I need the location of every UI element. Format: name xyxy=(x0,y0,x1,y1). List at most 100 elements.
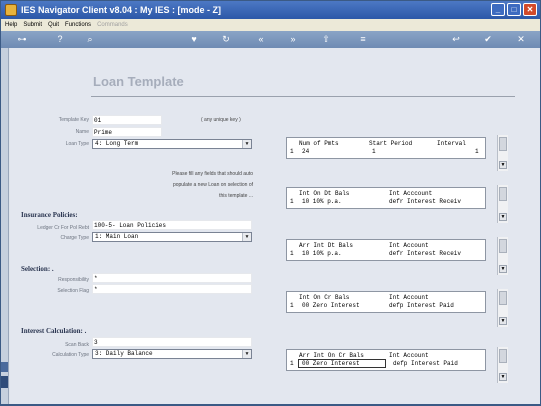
favorite-icon[interactable]: ♥ xyxy=(187,33,201,46)
scroll-down-icon[interactable]: ▼ xyxy=(499,317,507,325)
int-on-dt-grid: Int On Dt Bals Int Acccount 1 10 10% p.a… xyxy=(286,187,486,209)
int-account-cell[interactable]: defp Interest Paid xyxy=(393,360,458,367)
interval-cell[interactable]: 1 xyxy=(475,148,479,155)
scan-back-label: Scan Back xyxy=(65,342,89,348)
accept-icon[interactable]: ✔ xyxy=(481,33,495,46)
grid-header: Arr Int Dt Bals xyxy=(299,242,354,249)
arr-int-dt-scrollbar[interactable]: ▼ xyxy=(497,237,508,275)
int-account-cell[interactable]: defr Interest Receiv xyxy=(389,250,461,257)
calculation-type-value: 3: Daily Balance xyxy=(95,350,153,357)
start-period-cell[interactable]: 1 xyxy=(372,148,376,155)
page-title: Loan Template xyxy=(93,74,184,89)
minimize-icon[interactable]: _ xyxy=(491,3,505,16)
loan-type-value: 4: Long Term xyxy=(95,140,139,147)
selection-flag-field[interactable]: * xyxy=(92,284,252,294)
scroll-down-icon[interactable]: ▼ xyxy=(499,213,507,221)
window-controls: _ □ ✕ xyxy=(491,3,537,16)
grid-header: Num of Pmts xyxy=(299,140,339,147)
autofill-note-line-1: Please fill any fields that should auto xyxy=(172,171,253,177)
window-title: IES Navigator Client v8.04 : My IES : [m… xyxy=(21,5,222,15)
grid-header: Int On Cr Bals xyxy=(299,294,350,301)
selection-flag-label: Selection Flag xyxy=(57,288,89,294)
autofill-note-line-3: this template ... xyxy=(219,193,253,199)
row-number: 1 xyxy=(290,250,294,257)
int-account-cell[interactable]: defp Interest Paid xyxy=(389,302,454,309)
close-icon[interactable]: ✕ xyxy=(523,3,537,16)
int-rate-cell[interactable]: 10 10% p.a. xyxy=(302,250,342,257)
upload-icon[interactable]: ⇧ xyxy=(319,33,333,46)
int-on-cr-scrollbar[interactable]: ▼ xyxy=(497,289,508,327)
menu-commands: Commands xyxy=(97,22,128,28)
template-key-label: Template Key xyxy=(58,117,89,123)
grid-header: Int On Dt Bals xyxy=(299,190,350,197)
scroll-thumb[interactable] xyxy=(499,137,507,151)
scroll-thumb[interactable] xyxy=(499,291,507,305)
row-number: 1 xyxy=(290,198,294,205)
chevron-down-icon[interactable]: ▼ xyxy=(242,233,251,241)
scroll-thumb[interactable] xyxy=(499,187,507,201)
template-key-hint: ( any unique key ) xyxy=(201,117,241,123)
name-field[interactable]: Prime xyxy=(92,127,162,137)
maximize-icon[interactable]: □ xyxy=(507,3,521,16)
grid-header: Int Account xyxy=(389,352,429,359)
arr-int-cr-grid: Arr Int On Cr Bals Int Account 1 00 Zero… xyxy=(286,349,486,371)
scroll-down-icon[interactable]: ▼ xyxy=(499,373,507,381)
scan-back-field[interactable]: 3 xyxy=(92,337,252,347)
key-icon[interactable]: ⊶ xyxy=(11,33,33,46)
chevron-down-icon[interactable]: ▼ xyxy=(242,350,251,358)
scroll-down-icon[interactable]: ▼ xyxy=(499,265,507,273)
payments-grid: Num of Pmts Start Period Interval 1 24 1… xyxy=(286,137,486,159)
grid-header: Int Account xyxy=(389,242,429,249)
side-tab-active[interactable] xyxy=(1,376,8,388)
grid-header: Arr Int On Cr Bals xyxy=(299,352,364,359)
refresh-icon[interactable]: ↻ xyxy=(219,33,233,46)
selection-section-title: Selection: . xyxy=(21,265,54,273)
back-icon[interactable]: ↩ xyxy=(449,33,463,46)
first-record-icon[interactable]: « xyxy=(254,33,268,46)
responsibility-label: Responsibility xyxy=(58,277,89,283)
chevron-down-icon[interactable]: ▼ xyxy=(242,140,251,148)
side-tab[interactable] xyxy=(1,362,8,372)
grid-header: Start Period xyxy=(369,140,413,147)
int-rate-cell[interactable]: 00 Zero Interest xyxy=(302,302,360,309)
title-divider xyxy=(91,96,515,97)
grid-header: Interval xyxy=(437,140,466,147)
menu-help[interactable]: Help xyxy=(5,19,17,31)
row-number: 1 xyxy=(290,302,294,309)
responsibility-field[interactable]: * xyxy=(92,273,252,283)
list-icon[interactable]: ≡ xyxy=(356,33,370,46)
int-rate-cell[interactable]: 10 10% p.a. xyxy=(302,198,342,205)
autofill-note-line-2: populate a new Loan on selection of xyxy=(172,182,253,188)
arr-int-cr-scrollbar[interactable]: ▼ xyxy=(497,347,508,383)
ledger-field[interactable]: 100-5- Loan Policies xyxy=(92,220,252,230)
last-record-icon[interactable]: » xyxy=(286,33,300,46)
charge-type-label: Charge Type xyxy=(60,235,89,241)
payments-scrollbar[interactable]: ▼ xyxy=(497,135,508,171)
charge-type-value: 1: Main Loan xyxy=(95,233,139,240)
loan-type-select[interactable]: 4: Long Term ▼ xyxy=(92,139,252,149)
row-number: 1 xyxy=(290,148,294,155)
help-icon[interactable]: ? xyxy=(53,33,67,46)
menu-submit[interactable]: Submit xyxy=(23,19,42,31)
search-icon[interactable]: ⌕ xyxy=(83,33,97,46)
int-rate-cell[interactable]: 00 Zero Interest xyxy=(302,360,360,367)
menu-functions[interactable]: Functions xyxy=(65,19,91,31)
scroll-down-icon[interactable]: ▼ xyxy=(499,161,507,169)
calculation-type-select[interactable]: 3: Daily Balance ▼ xyxy=(92,349,252,359)
insurance-section-title: Insurance Policies: xyxy=(21,211,78,219)
int-on-dt-scrollbar[interactable]: ▼ xyxy=(497,185,508,223)
cancel-icon[interactable]: ✕ xyxy=(514,33,528,46)
scroll-thumb[interactable] xyxy=(499,349,507,363)
int-account-cell[interactable]: defr Interest Receiv xyxy=(389,198,461,205)
name-label: Name xyxy=(75,129,89,135)
loan-type-label: Loan Type xyxy=(65,141,89,147)
template-key-field[interactable]: 01 xyxy=(92,115,162,125)
menu-quit[interactable]: Quit xyxy=(48,19,59,31)
num-of-pmts-cell[interactable]: 24 xyxy=(302,148,309,155)
charge-type-select[interactable]: 1: Main Loan ▼ xyxy=(92,232,252,242)
interest-section-title: Interest Calculation: . xyxy=(21,327,87,335)
scroll-thumb[interactable] xyxy=(499,239,507,253)
app-window: IES Navigator Client v8.04 : My IES : [m… xyxy=(0,0,541,406)
grid-header: Int Account xyxy=(389,294,429,301)
toolbar: ⊶ ? ⌕ ♥ ↻ « » ⇧ ≡ ↩ ✔ ✕ xyxy=(1,31,540,48)
